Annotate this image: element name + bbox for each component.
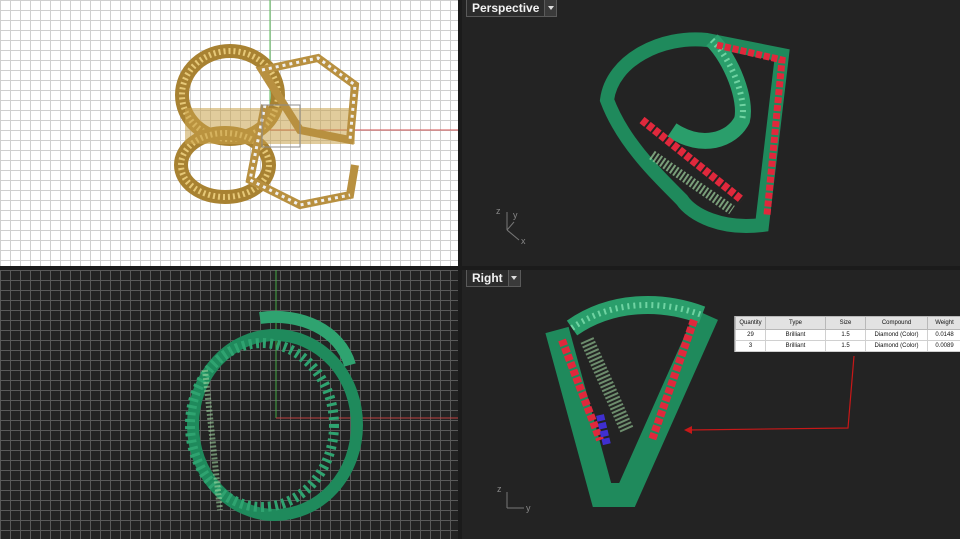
axis-y-label: y	[526, 503, 531, 513]
perspective-viewport[interactable]: z y x Perspective	[462, 0, 960, 266]
table-row: 3 Brilliant 1.5 Diamond (Color) 0.0089	[735, 340, 960, 352]
perspective-canvas: z y x	[496, 32, 790, 246]
top-viewport[interactable]	[0, 0, 458, 266]
viewport-title: Perspective	[472, 1, 540, 15]
table-cell: 1.5	[825, 340, 866, 352]
table-cell: 29	[735, 329, 766, 341]
column-header: Weight	[927, 316, 960, 330]
column-header: Type	[765, 316, 826, 330]
annotation-arrowhead	[684, 426, 692, 434]
axis-triad-icon: z y x	[496, 206, 526, 246]
axis-y-label: y	[513, 210, 518, 220]
dropdown-arrow-icon[interactable]	[507, 270, 520, 286]
axis-z-label: z	[497, 484, 502, 494]
table-cell: Brilliant	[765, 340, 826, 352]
column-header: Compound	[865, 316, 928, 330]
front-viewport[interactable]	[0, 270, 458, 539]
axis-x-label: x	[521, 236, 526, 246]
dropdown-arrow-icon[interactable]	[544, 0, 557, 16]
axis-z-label: z	[496, 206, 501, 216]
stone-table: Quantity Type Size Compound Weight 29 Br…	[735, 316, 960, 352]
right-viewport-canvas: z y	[497, 296, 855, 513]
column-header: Size	[825, 316, 866, 330]
viewport-title: Right	[472, 271, 503, 285]
stone-table-panel: Quantity Type Size Compound Weight 29 Br…	[734, 316, 960, 352]
annotation-leader-line	[687, 355, 855, 431]
table-cell: Brilliant	[765, 329, 826, 341]
table-header-row: Quantity Type Size Compound Weight	[735, 316, 960, 330]
table-cell: 0.0089	[927, 340, 960, 352]
axis-triad-icon: z y	[497, 484, 531, 513]
table-cell: 0.0148	[927, 329, 960, 341]
green-ring-right-model	[545, 296, 718, 507]
table-cell: Diamond (Color)	[865, 329, 928, 341]
table-cell: 3	[735, 340, 766, 352]
green-ring-front-model	[185, 310, 363, 521]
table-row: 29 Brilliant 1.5 Diamond (Color) 0.0148	[735, 329, 960, 341]
gold-ring-model	[174, 44, 360, 210]
top-viewport-canvas	[174, 0, 458, 210]
perspective-viewport-tab[interactable]: Perspective	[466, 0, 558, 17]
right-viewport[interactable]: z y Right	[462, 270, 960, 539]
table-cell: 1.5	[825, 329, 866, 341]
right-viewport-tab[interactable]: Right	[466, 270, 521, 287]
front-viewport-canvas	[185, 270, 458, 521]
green-ring-perspective-model	[599, 32, 790, 233]
table-cell: Diamond (Color)	[865, 340, 928, 352]
column-header: Quantity	[735, 316, 766, 330]
